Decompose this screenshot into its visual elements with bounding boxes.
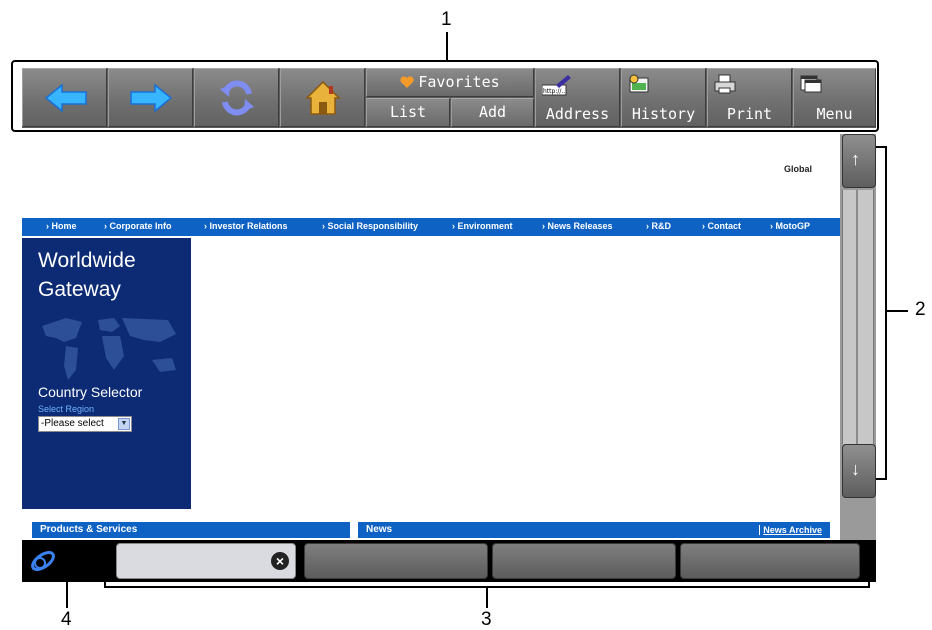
back-arrow-icon: [44, 83, 87, 113]
tab-1[interactable]: ×: [116, 543, 296, 579]
site-nav-bar: › Home › Corporate Info › Investor Relat…: [22, 218, 840, 236]
tab-2[interactable]: [304, 543, 488, 579]
callout-2-label: 2: [915, 299, 926, 320]
history-button[interactable]: History: [621, 68, 706, 127]
news-header: News News Archive: [358, 522, 830, 538]
scroll-up-button[interactable]: ↑: [842, 134, 876, 188]
favorites-list-button[interactable]: List: [366, 98, 450, 127]
nav-environment[interactable]: › Environment: [452, 221, 513, 231]
address-label: Address: [545, 105, 610, 123]
history-icon: [629, 74, 649, 93]
forward-arrow-icon: [130, 83, 173, 113]
nav-investor-relations[interactable]: › Investor Relations: [204, 221, 288, 231]
menu-label: Menu: [816, 105, 853, 123]
menu-button[interactable]: Menu: [793, 68, 876, 127]
callout-4-label: 4: [61, 609, 72, 630]
arrow-up-icon: ↑: [851, 149, 860, 169]
home-icon: [305, 80, 341, 115]
address-icon-text: http://..: [543, 88, 565, 95]
gateway-title: Worldwide Gateway: [38, 249, 136, 301]
favorites-label: Favorites: [418, 73, 500, 91]
tab-4[interactable]: [680, 543, 860, 579]
callout-3-label: 3: [481, 609, 492, 630]
callout-3-line: [486, 587, 488, 608]
country-selector-label: Country Selector: [38, 384, 143, 400]
favorites-header[interactable]: Favorites: [366, 68, 534, 97]
scrollbar-center-line: [856, 190, 858, 444]
world-map-image: [42, 318, 176, 380]
nav-motogp[interactable]: › MotoGP: [770, 221, 810, 231]
callout-2-line: [886, 310, 908, 312]
reload-button[interactable]: [194, 68, 279, 127]
nav-rd[interactable]: › R&D: [646, 221, 671, 231]
nav-social-responsibility[interactable]: › Social Responsibility: [322, 221, 418, 231]
history-label: History: [631, 105, 696, 123]
web-content-area[interactable]: Global › Home › Corporate Info › Investo…: [22, 134, 840, 538]
callout-1-label: 1: [441, 9, 452, 30]
global-link[interactable]: Global: [784, 164, 812, 174]
back-button[interactable]: [22, 68, 107, 127]
nav-home[interactable]: › Home: [46, 221, 77, 231]
browser-logo-icon: [31, 551, 55, 571]
products-services-header: Products & Services: [32, 522, 350, 538]
scrollbar-track[interactable]: [842, 190, 874, 444]
heart-icon: [400, 76, 414, 88]
print-button[interactable]: Print: [707, 68, 792, 127]
select-region-label: Select Region: [38, 404, 95, 414]
reload-icon: [220, 80, 254, 116]
menu-icon: [800, 75, 822, 93]
arrow-down-icon: ↓: [851, 459, 860, 479]
address-icon: http://..: [542, 75, 571, 96]
printer-icon: [714, 74, 736, 94]
news-archive-link[interactable]: News Archive: [763, 522, 822, 538]
nav-news-releases[interactable]: › News Releases: [542, 221, 613, 231]
forward-button[interactable]: [108, 68, 193, 127]
archive-divider: [759, 525, 760, 535]
favorites-add-button[interactable]: Add: [451, 98, 534, 127]
worldwide-gateway-panel: Worldwide Gateway Country Selector Selec…: [22, 238, 191, 509]
window-tab-bar: ×: [22, 540, 876, 582]
print-label: Print: [726, 105, 773, 123]
nav-corporate-info[interactable]: › Corporate Info: [104, 221, 172, 231]
news-label: News: [366, 524, 393, 535]
browser-toolbar: Favorites List Add http://.. Address His…: [22, 68, 876, 128]
close-icon[interactable]: ×: [271, 552, 289, 570]
callout-2-bracket-vert: [885, 146, 887, 480]
address-button[interactable]: http://.. Address: [535, 68, 620, 127]
tab-3[interactable]: [492, 543, 676, 579]
home-button[interactable]: [280, 68, 365, 127]
chevron-down-icon: ▼: [118, 418, 130, 430]
region-dropdown[interactable]: -Please select ▼: [38, 416, 132, 432]
callout-1-line: [446, 32, 448, 60]
scroll-down-button[interactable]: ↓: [842, 444, 876, 498]
region-dropdown-value: -Please select: [41, 418, 104, 429]
nav-contact[interactable]: › Contact: [702, 221, 741, 231]
